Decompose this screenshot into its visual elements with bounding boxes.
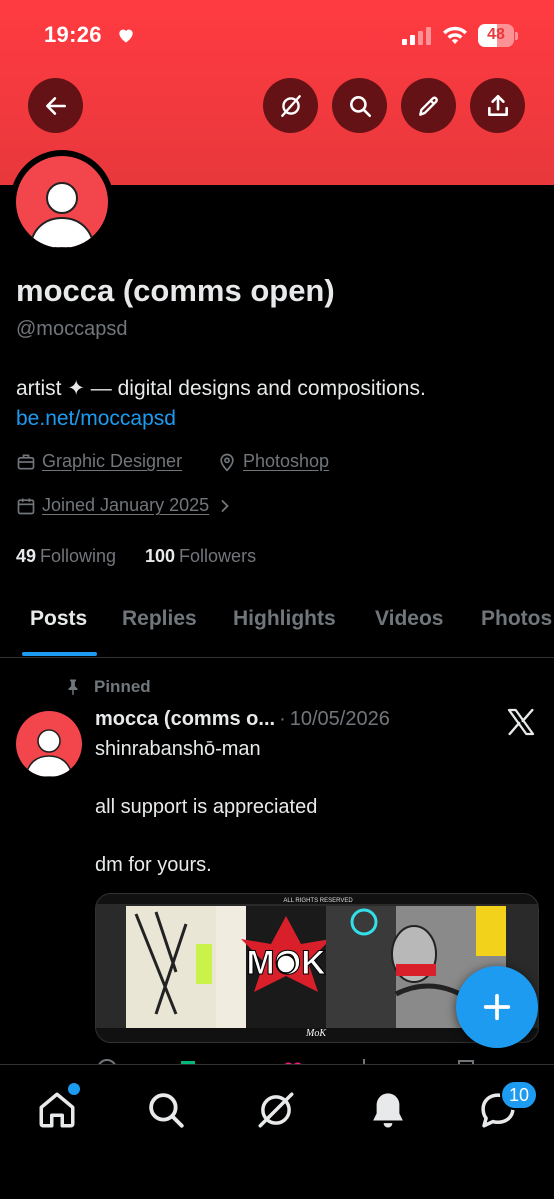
following-label: Following [40, 546, 117, 566]
category-label: Graphic Designer [42, 451, 183, 471]
battery-level: 48 [487, 26, 505, 43]
wifi-icon [443, 26, 467, 44]
followers-label: Followers [179, 546, 257, 566]
share-button[interactable] [470, 78, 525, 133]
post-author-avatar[interactable] [16, 711, 82, 777]
signal-icon [402, 27, 431, 45]
back-arrow-icon [45, 96, 66, 115]
grok-icon [258, 1092, 294, 1128]
nav-search[interactable] [145, 1089, 187, 1131]
pencil-icon [418, 96, 438, 116]
pinned-text: Pinned [94, 677, 151, 696]
heart-icon [119, 29, 133, 43]
post-text-line: dm for yours. [95, 854, 212, 876]
search-icon [349, 95, 371, 117]
unread-dot [68, 1083, 80, 1095]
calendar-icon [17, 498, 35, 514]
profile-handle: @moccapsd [16, 318, 128, 340]
nav-home[interactable] [36, 1083, 80, 1131]
profile-avatar[interactable] [10, 150, 114, 254]
active-tab-indicator [22, 652, 97, 656]
search-icon [149, 1093, 184, 1128]
following-count[interactable]: 49 Following [16, 546, 116, 567]
battery-indicator: 48 [478, 24, 518, 48]
briefcase-icon [17, 454, 35, 469]
pinned-label: Pinned [64, 677, 151, 697]
nav-notifications[interactable] [367, 1089, 409, 1131]
location-label: Photoshop [243, 451, 330, 471]
post-text-line: all support is appreciated [95, 796, 318, 818]
post-header: mocca (comms o... · 10/05/2026 [95, 708, 390, 731]
joined-label: Joined January 2025 [42, 495, 210, 515]
post-date[interactable]: 10/05/2026 [290, 708, 390, 730]
profile-bio: artist ✦ — digital designs and compositi… [16, 377, 426, 400]
post-separator: · [279, 708, 286, 730]
edit-button[interactable] [401, 78, 456, 133]
compose-button[interactable] [456, 966, 538, 1048]
tab-videos[interactable]: Videos [375, 607, 443, 631]
tab-replies[interactable]: Replies [122, 607, 197, 631]
post-text-line: shinrabanshō-man [95, 738, 261, 760]
profile-tabs: Posts Replies Highlights Videos Photos [0, 600, 554, 658]
bottom-navigation [0, 1064, 554, 1199]
post-author-name[interactable]: mocca (comms o... [95, 708, 275, 730]
default-avatar-icon [25, 729, 73, 777]
profile-joined[interactable]: Joined January 2025 [16, 495, 235, 516]
plus-icon [483, 993, 511, 1021]
chevron-right-icon [221, 499, 229, 512]
svg-text:MoK: MoK [305, 1028, 327, 1039]
notifications-icon [373, 1093, 403, 1128]
followers-number: 100 [145, 546, 176, 566]
following-number: 49 [16, 546, 37, 566]
nav-grok[interactable] [255, 1089, 297, 1131]
followers-count[interactable]: 100 Followers [145, 546, 256, 567]
search-button[interactable] [332, 78, 387, 133]
tab-highlights[interactable]: Highlights [233, 607, 336, 631]
tab-posts[interactable]: Posts [30, 607, 87, 631]
profile-location[interactable]: Photoshop [217, 451, 329, 472]
share-icon [487, 94, 508, 116]
home-icon [39, 1092, 75, 1128]
tab-photos[interactable]: Photos [481, 607, 552, 631]
media-caption: ALL RIGHTS RESERVED [283, 898, 353, 904]
status-time: 19:26 [44, 22, 102, 47]
status-bar: 19:26 48 [0, 0, 554, 72]
grok-icon [280, 94, 301, 117]
pin-icon [68, 679, 78, 696]
back-button[interactable] [28, 78, 83, 133]
profile-name: mocca (comms open) [16, 273, 335, 308]
profile-category[interactable]: Graphic Designer [16, 451, 182, 472]
location-pin-icon [220, 453, 234, 472]
messages-badge: 10 [500, 1080, 538, 1110]
x-logo-icon[interactable] [505, 706, 537, 738]
default-avatar-icon [28, 182, 96, 248]
grok-button[interactable] [263, 78, 318, 133]
profile-link[interactable]: be.net/moccapsd [16, 407, 176, 431]
